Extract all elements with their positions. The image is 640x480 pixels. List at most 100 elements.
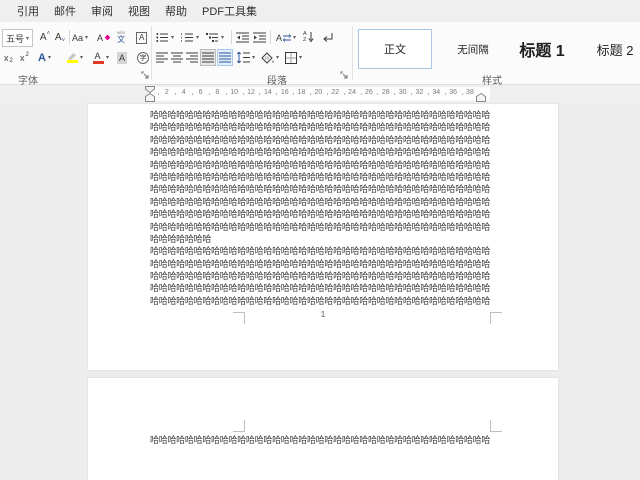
ruler-number: 24 — [348, 89, 356, 96]
page2-text[interactable]: 哈哈哈哈哈哈哈哈哈哈哈哈哈哈哈哈哈哈哈哈哈哈哈哈哈哈哈哈哈哈哈哈哈哈哈哈哈哈哈 — [150, 434, 495, 446]
text-line[interactable]: 哈哈哈哈哈哈哈哈哈哈哈哈哈哈哈哈哈哈哈哈哈哈哈哈哈哈哈哈哈哈哈哈哈哈哈哈哈哈哈 — [150, 221, 495, 233]
text-line[interactable]: 哈哈哈哈哈哈哈哈哈哈哈哈哈哈哈哈哈哈哈哈哈哈哈哈哈哈哈哈哈哈哈哈哈哈哈哈哈哈哈 — [150, 245, 495, 257]
menu-item-2[interactable]: 审阅 — [91, 3, 113, 19]
ruler-tick — [327, 93, 328, 95]
text-line[interactable]: 哈哈哈哈哈哈哈哈哈哈哈哈哈哈哈哈哈哈哈哈哈哈哈哈哈哈哈哈哈哈哈哈哈哈哈哈哈哈哈 — [150, 434, 495, 446]
text-line[interactable]: 哈哈哈哈哈哈哈哈哈哈哈哈哈哈哈哈哈哈哈哈哈哈哈哈哈哈哈哈哈哈哈哈哈哈哈哈哈哈哈 — [150, 159, 495, 171]
justify-button[interactable] — [200, 49, 216, 66]
font-size-combobox[interactable]: 五号 — [2, 29, 33, 47]
menu-item-0[interactable]: 引用 — [17, 3, 39, 19]
text-line[interactable]: 哈哈哈哈哈哈哈哈哈哈哈哈哈哈哈哈哈哈哈哈哈哈哈哈哈哈哈哈哈哈哈哈哈哈哈哈哈哈哈 — [150, 270, 495, 282]
show-marks-button[interactable] — [323, 29, 334, 46]
grow-font-button[interactable]: A˄ — [38, 29, 52, 46]
multilevel-list-button[interactable] — [206, 29, 224, 46]
margin-corner-mark — [490, 420, 502, 432]
first-line-indent-marker[interactable] — [145, 86, 155, 93]
ruler-number: 6 — [199, 89, 203, 96]
clear-formatting-button[interactable]: A — [97, 29, 110, 46]
page1-text[interactable]: 哈哈哈哈哈哈哈哈哈哈哈哈哈哈哈哈哈哈哈哈哈哈哈哈哈哈哈哈哈哈哈哈哈哈哈哈哈哈哈哈… — [150, 109, 495, 307]
separator — [270, 30, 271, 44]
ribbon: 五号 A˄ A˅ Aa A wén 文 A x2 x2 — [0, 22, 640, 85]
text-line[interactable]: 哈哈哈哈哈哈哈哈哈哈哈哈哈哈哈哈哈哈哈哈哈哈哈哈哈哈哈哈哈哈哈哈哈哈哈哈哈哈哈 — [150, 295, 495, 307]
style-0[interactable]: 正文 — [358, 29, 432, 69]
style-label: 标题 2 — [597, 40, 634, 59]
style-label: 无间隔 — [457, 42, 489, 57]
line-spacing-button[interactable] — [237, 49, 255, 66]
paragraph-dialog-launcher-icon[interactable] — [340, 71, 349, 80]
shrink-font-button[interactable]: A˅ — [53, 29, 67, 46]
ruler-number: 8 — [215, 89, 219, 96]
paragraph-mark-icon — [323, 32, 334, 43]
increase-indent-icon — [253, 32, 266, 43]
phonetic-guide-button[interactable]: wén 文 — [117, 29, 125, 46]
ruler-number: 4 — [182, 89, 186, 96]
style-label: 标题 1 — [519, 37, 564, 61]
sort-button[interactable]: A Z — [303, 29, 314, 46]
text-line[interactable]: 哈哈哈哈哈哈哈哈哈哈哈哈哈哈哈哈哈哈哈哈哈哈哈哈哈哈哈哈哈哈哈哈哈哈哈哈哈哈哈 — [150, 146, 495, 158]
align-right-button[interactable] — [186, 49, 198, 66]
decrease-indent-button[interactable] — [236, 29, 249, 46]
change-case-button[interactable]: Aa — [72, 29, 88, 46]
align-center-icon — [171, 52, 183, 63]
font-dialog-launcher-icon[interactable] — [141, 71, 150, 80]
style-3[interactable]: 标题 2 — [578, 29, 640, 69]
menu-item-3[interactable]: 视图 — [128, 3, 150, 19]
text-line[interactable]: 哈哈哈哈哈哈哈哈哈哈哈哈哈哈哈哈哈哈哈哈哈哈哈哈哈哈哈哈哈哈哈哈哈哈哈哈哈哈哈 — [150, 183, 495, 195]
distribute-text-icon — [219, 52, 231, 63]
ruler-tick — [158, 93, 159, 95]
text-line[interactable]: 哈哈哈哈哈哈哈哈哈哈哈哈哈哈哈哈哈哈哈哈哈哈哈哈哈哈哈哈哈哈哈哈哈哈哈哈哈哈哈 — [150, 134, 495, 146]
font-color-button[interactable]: A — [90, 49, 110, 66]
style-1[interactable]: 无间隔 — [436, 29, 510, 69]
ruler-tick — [462, 93, 463, 95]
page-number[interactable]: 1 — [88, 310, 558, 319]
ruler-number: 28 — [382, 89, 390, 96]
character-shading-button[interactable]: A — [117, 49, 127, 66]
text-line[interactable]: 哈哈哈哈哈哈哈哈哈哈哈哈哈哈哈哈哈哈哈哈哈哈哈哈哈哈哈哈哈哈哈哈哈哈哈哈哈哈哈 — [150, 208, 495, 220]
bullets-button[interactable] — [156, 29, 174, 46]
right-indent-marker[interactable] — [476, 93, 486, 102]
text-line[interactable]: 哈哈哈哈哈哈哈哈哈哈哈哈哈哈哈哈哈哈哈哈哈哈哈哈哈哈哈哈哈哈哈哈哈哈哈哈哈哈哈 — [150, 196, 495, 208]
eraser-icon — [105, 35, 111, 41]
separator — [231, 30, 232, 44]
align-center-button[interactable] — [171, 49, 183, 66]
borders-button[interactable] — [285, 49, 302, 66]
page-2[interactable]: 哈哈哈哈哈哈哈哈哈哈哈哈哈哈哈哈哈哈哈哈哈哈哈哈哈哈哈哈哈哈哈哈哈哈哈哈哈哈哈 — [88, 378, 558, 480]
group-separator — [352, 26, 353, 80]
subscript-button[interactable]: x2 — [4, 49, 13, 66]
ruler-number: 12 — [247, 89, 255, 96]
increase-indent-button[interactable] — [253, 29, 266, 46]
ruler-tick — [394, 93, 395, 95]
ruler-number: 38 — [466, 89, 474, 96]
superscript-button[interactable]: x2 — [20, 49, 29, 66]
text-effects-button[interactable]: A — [38, 49, 51, 66]
text-line[interactable]: 哈哈哈哈哈哈哈哈哈哈哈哈哈哈哈哈哈哈哈哈哈哈哈哈哈哈哈哈哈哈哈哈哈哈哈哈哈哈哈 — [150, 121, 495, 133]
enclose-characters-button[interactable]: 字 — [137, 49, 149, 66]
menu-item-1[interactable]: 邮件 — [54, 3, 76, 19]
group-separator — [151, 26, 152, 80]
text-line[interactable]: 哈哈哈哈哈哈哈哈哈哈哈哈哈哈哈哈哈哈哈哈哈哈哈哈哈哈哈哈哈哈哈哈哈哈哈哈哈哈哈 — [150, 109, 495, 121]
align-left-button[interactable] — [156, 49, 168, 66]
menu-item-5[interactable]: PDF工具集 — [202, 3, 257, 19]
style-2[interactable]: 标题 1 — [505, 29, 579, 69]
text-line[interactable]: 哈哈哈哈哈哈哈哈哈哈哈哈哈哈哈哈哈哈哈哈哈哈哈哈哈哈哈哈哈哈哈哈哈哈哈哈哈哈哈 — [150, 258, 495, 270]
ruler[interactable]: 2468101214161820222426283032343638 — [0, 85, 640, 104]
ruler-tick — [361, 93, 362, 95]
style-label: 正文 — [384, 41, 406, 57]
font-color-icon: A — [91, 51, 104, 65]
ruler-tick — [259, 93, 260, 95]
page-1[interactable]: 哈哈哈哈哈哈哈哈哈哈哈哈哈哈哈哈哈哈哈哈哈哈哈哈哈哈哈哈哈哈哈哈哈哈哈哈哈哈哈哈… — [88, 104, 558, 370]
shading-button[interactable] — [261, 49, 279, 66]
document-canvas: 哈哈哈哈哈哈哈哈哈哈哈哈哈哈哈哈哈哈哈哈哈哈哈哈哈哈哈哈哈哈哈哈哈哈哈哈哈哈哈哈… — [0, 104, 640, 480]
text-highlight-button[interactable] — [64, 49, 84, 66]
asian-layout-button[interactable]: A — [276, 29, 296, 46]
line-spacing-icon — [237, 52, 250, 63]
left-indent-marker[interactable] — [145, 93, 155, 102]
menu-item-4[interactable]: 帮助 — [165, 3, 187, 19]
distribute-text-button[interactable] — [217, 49, 233, 66]
text-line[interactable]: 哈哈哈哈哈哈哈哈哈哈哈哈哈哈哈哈哈哈哈哈哈哈哈哈哈哈哈哈哈哈哈哈哈哈哈哈哈哈哈 — [150, 282, 495, 294]
numbering-button[interactable] — [181, 29, 199, 46]
text-line[interactable]: 哈哈哈哈哈哈哈哈哈哈哈哈哈哈哈哈哈哈哈哈哈哈哈哈哈哈哈哈哈哈哈哈哈哈哈哈哈哈哈 — [150, 171, 495, 183]
character-border-button[interactable]: A — [136, 29, 147, 46]
text-line[interactable]: 哈哈哈哈哈哈哈 — [150, 233, 495, 245]
align-left-icon — [156, 52, 168, 63]
